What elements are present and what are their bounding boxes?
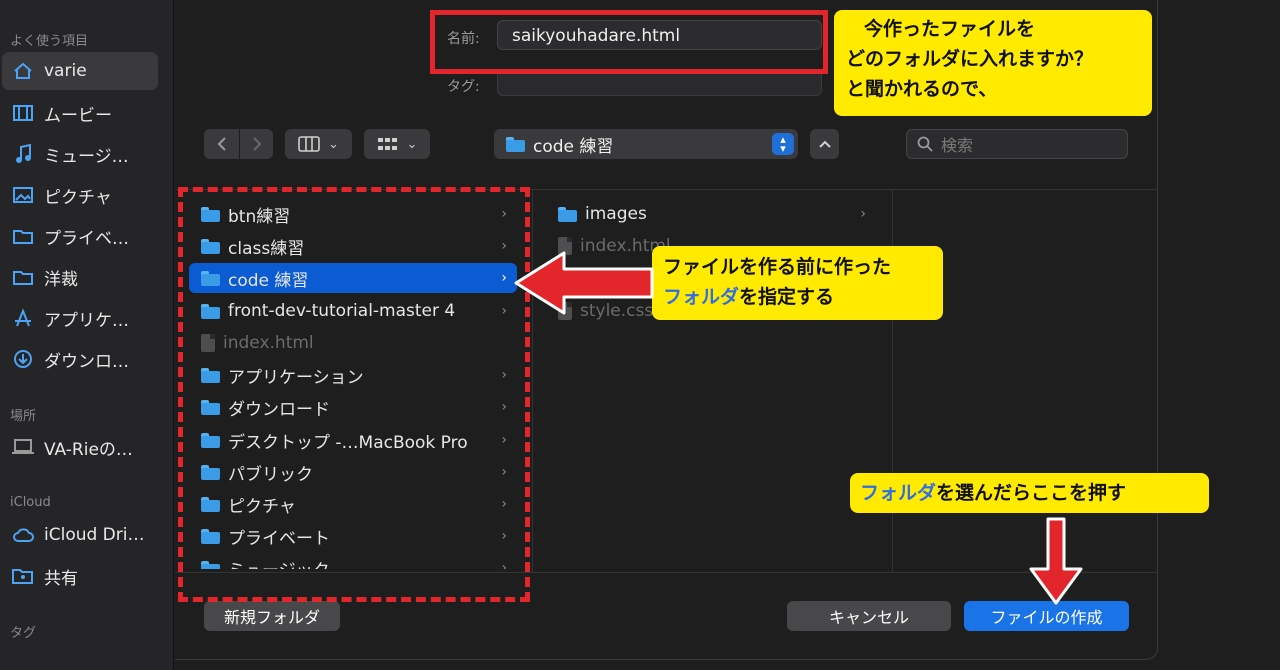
sidebar-item-label: アプリケ… <box>44 310 129 331</box>
sidebar-item-movies[interactable]: ムービー <box>2 94 158 132</box>
arrow-left-icon <box>514 251 654 315</box>
shared-folder-icon <box>12 565 34 587</box>
location-label: code 練習 <box>533 136 614 157</box>
folder-icon <box>12 225 34 247</box>
chevron-right-icon <box>252 137 261 151</box>
music-icon <box>12 143 34 165</box>
note-text: を選んだらここを押す <box>936 482 1127 504</box>
sidebar-item-label: プライベ… <box>44 228 129 249</box>
sidebar-item-pictures[interactable]: ピクチャ <box>2 176 158 214</box>
icloud-heading: iCloud <box>10 495 51 510</box>
photo-icon <box>12 184 34 206</box>
download-icon <box>12 348 34 370</box>
updown-chevron-icon: ▴ ▾ <box>772 133 794 155</box>
sidebar-item-music[interactable]: ミュージ… <box>2 135 158 173</box>
sidebar-item-icloud-drive[interactable]: iCloud Dri… <box>2 516 158 554</box>
sidebar-item-yousai[interactable]: 洋裁 <box>2 258 158 296</box>
search-icon <box>917 136 933 152</box>
places-heading: 場所 <box>10 409 37 424</box>
list-item[interactable]: images › <box>546 199 876 229</box>
sidebar-item-private[interactable]: プライベ… <box>2 217 158 255</box>
chevron-left-icon <box>217 137 226 151</box>
annotation-note: ファイルを作る前に作った フォルダを指定する <box>652 246 943 320</box>
cancel-button[interactable]: キャンセル <box>787 601 951 631</box>
folder-icon <box>558 206 577 222</box>
columns-view-icon <box>298 136 320 152</box>
note-highlight: フォルダ <box>860 482 937 504</box>
sidebar-item-label: iCloud Dri… <box>44 525 145 545</box>
folder-icon <box>12 266 34 288</box>
note-line: と聞かれるので、 <box>846 78 998 100</box>
tag-label: タグ: <box>447 79 480 95</box>
note-line: 今作ったファイルを <box>864 18 1036 40</box>
note-highlight: フォルダ <box>663 286 740 308</box>
highlight-box <box>430 10 828 74</box>
back-button[interactable] <box>204 129 239 159</box>
note-line: ファイルを作る前に作った <box>663 256 892 278</box>
column-divider <box>532 190 533 572</box>
note-text: を指定する <box>739 286 835 308</box>
search-placeholder: 検索 <box>941 136 974 155</box>
sidebar-item-label: ピクチャ <box>44 187 112 208</box>
collapse-button[interactable] <box>810 129 839 159</box>
cloud-icon <box>12 524 34 546</box>
note-line: どのフォルダに入れますか？ <box>846 48 1094 70</box>
laptop-icon <box>12 436 34 458</box>
view-mode-button[interactable]: ⌄ <box>285 129 352 159</box>
annotation-note: フォルダを選んだらここを押す <box>850 473 1209 513</box>
sidebar-item-label: varie <box>44 61 87 81</box>
sidebar-item-varie[interactable]: varie <box>2 52 158 90</box>
home-icon <box>12 60 34 82</box>
film-icon <box>12 102 34 124</box>
tags-heading: タグ <box>10 626 37 641</box>
sidebar: よく使う項目 varie ムービー ミュージ… ピクチャ プライベ… 洋裁 アプ… <box>0 0 174 670</box>
sidebar-item-downloads[interactable]: ダウンロ… <box>2 340 158 378</box>
sidebar-item-label: ミュージ… <box>44 146 129 167</box>
annotation-note: 今作ったファイルを どのフォルダに入れますか？ と聞かれるので、 <box>834 10 1152 116</box>
search-field[interactable]: 検索 <box>906 129 1128 159</box>
item-label: images <box>585 204 647 224</box>
forward-button[interactable] <box>240 129 273 159</box>
folder-icon <box>506 136 525 152</box>
chevron-right-icon: › <box>860 206 866 222</box>
sidebar-item-label: 洋裁 <box>44 269 78 290</box>
sidebar-item-label: 共有 <box>44 568 78 589</box>
sidebar-item-shared[interactable]: 共有 <box>2 557 158 595</box>
sidebar-item-label: ダウンロ… <box>44 351 129 372</box>
sidebar-item-label: ムービー <box>44 105 112 126</box>
chevron-down-icon: ⌄ <box>328 136 339 152</box>
favorites-heading: よく使う項目 <box>10 34 89 49</box>
sidebar-item-computer[interactable]: VA-Rieの… <box>2 428 158 466</box>
sidebar-item-label: VA-Rieの… <box>44 439 133 460</box>
grid-icon <box>377 138 397 150</box>
arrow-down-icon <box>1029 517 1083 605</box>
apps-icon <box>12 307 34 329</box>
chevron-up-icon <box>818 140 831 148</box>
note-line: フォルダを指定する <box>663 282 943 312</box>
chevron-down-icon: ⌄ <box>406 136 418 152</box>
location-popup[interactable]: code 練習 ▴ ▾ <box>494 129 798 159</box>
group-button[interactable]: ⌄ <box>364 129 430 159</box>
sidebar-item-applications[interactable]: アプリケ… <box>2 299 158 337</box>
highlight-dashed-box <box>178 187 530 602</box>
new-folder-button[interactable]: 新規フォルダ <box>204 601 340 631</box>
